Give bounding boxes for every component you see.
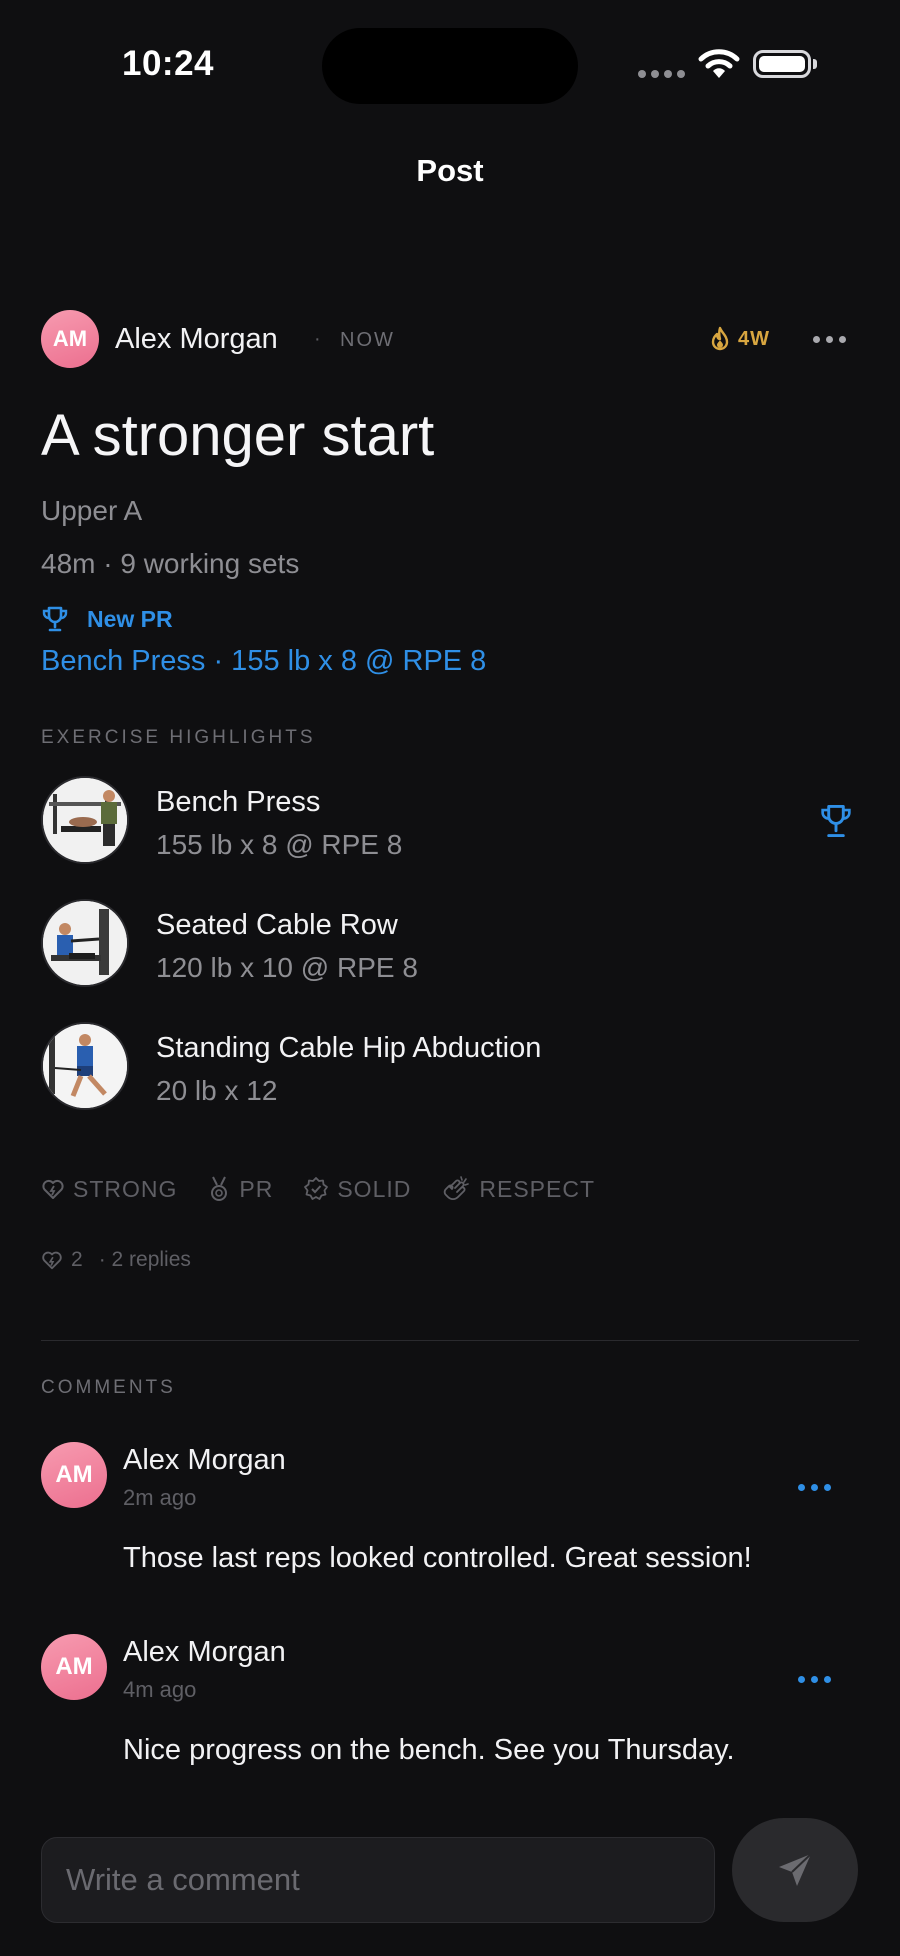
header-separator: · (314, 328, 321, 350)
battery-cap (813, 59, 817, 69)
new-pr-label: New PR (87, 605, 173, 632)
dynamic-island (322, 28, 578, 104)
workout-name: Upper A (41, 495, 143, 526)
trophy-icon (42, 606, 68, 632)
heart-bolt-icon (42, 1251, 62, 1270)
exercise-set: 20 lb x 12 (156, 1075, 278, 1106)
comment-avatar[interactable]: AM (41, 1634, 107, 1700)
comment-author[interactable]: Alex Morgan (123, 1636, 286, 1669)
exercise-set: 120 lb x 10 @ RPE 8 (156, 952, 418, 983)
wifi-icon (698, 49, 740, 78)
exercise-thumbnail (41, 1022, 129, 1110)
reply-count[interactable]: · 2 replies (99, 1248, 191, 1272)
badge-check-icon (304, 1177, 329, 1200)
author-avatar[interactable]: AM (41, 310, 99, 368)
status-time: 10:24 (122, 44, 215, 83)
clap-icon (444, 1176, 470, 1200)
exercise-row[interactable]: Bench Press 155 lb x 8 @ RPE 8 (41, 776, 861, 868)
exercise-thumbnail (41, 899, 129, 987)
comment-more-button[interactable] (798, 1484, 831, 1491)
reaction-label: RESPECT (479, 1175, 596, 1202)
streak-label: 4W (738, 327, 770, 350)
reaction-label: SOLID (337, 1175, 412, 1202)
exercise-row[interactable]: Seated Cable Row 120 lb x 10 @ RPE 8 (41, 899, 861, 991)
exercise-name: Seated Cable Row (156, 909, 398, 941)
comment-author[interactable]: Alex Morgan (123, 1444, 286, 1477)
heart-bolt-icon (42, 1179, 64, 1199)
exercise-highlights-label: EXERCISE HIGHLIGHTS (41, 727, 316, 748)
reaction-label: STRONG (73, 1175, 178, 1202)
comment-text: Those last reps looked controlled. Great… (123, 1542, 752, 1574)
cellular-icon (638, 70, 685, 78)
exercise-set: 155 lb x 8 @ RPE 8 (156, 829, 403, 860)
post-title: A stronger start (41, 403, 435, 468)
new-pr-badge: New PR (41, 605, 173, 633)
send-button[interactable] (732, 1818, 858, 1922)
page-title: Post (416, 153, 484, 188)
reaction-count: 2 (71, 1248, 83, 1271)
post-timestamp: NOW (340, 329, 395, 351)
comment-input[interactable] (41, 1837, 715, 1923)
medal-icon (211, 1176, 228, 1201)
flame-icon (711, 326, 729, 351)
comment-avatar[interactable]: AM (41, 1442, 107, 1508)
pr-trophy-icon (821, 804, 851, 838)
streak-badge: 4W (710, 326, 770, 352)
workout-meta: 48m · 9 working sets (41, 548, 300, 579)
comment-more-button[interactable] (798, 1676, 831, 1683)
pr-detail[interactable]: Bench Press · 155 lb x 8 @ RPE 8 (41, 645, 486, 678)
author-name[interactable]: Alex Morgan (115, 323, 278, 356)
comment-text: Nice progress on the bench. See you Thur… (123, 1734, 735, 1766)
exercise-thumbnail (41, 776, 129, 864)
send-icon (779, 1853, 812, 1886)
exercise-row[interactable]: Standing Cable Hip Abduction 20 lb x 12 (41, 1022, 861, 1114)
comment-time: 4m ago (123, 1677, 197, 1702)
reaction-solid[interactable]: SOLID (303, 1175, 411, 1203)
section-divider (41, 1340, 859, 1341)
exercise-name: Standing Cable Hip Abduction (156, 1032, 542, 1064)
reaction-label: PR (239, 1175, 274, 1202)
exercise-name: Bench Press (156, 786, 321, 818)
battery-icon (753, 50, 811, 78)
comment-item: AM Alex Morgan 2m ago Those last reps lo… (0, 1440, 900, 1600)
post-stats: 2 · 2 replies (41, 1248, 191, 1272)
post-more-button[interactable] (813, 336, 846, 343)
comment-time: 2m ago (123, 1485, 197, 1510)
reaction-pr[interactable]: PR (207, 1175, 273, 1203)
reaction-bar: STRONG PR SOLID RESPECT (41, 1175, 595, 1203)
comments-label: COMMENTS (41, 1377, 176, 1398)
reaction-respect[interactable]: RESPECT (441, 1175, 595, 1203)
reaction-strong[interactable]: STRONG (41, 1175, 177, 1203)
comment-item: AM Alex Morgan 4m ago Nice progress on t… (0, 1632, 900, 1792)
